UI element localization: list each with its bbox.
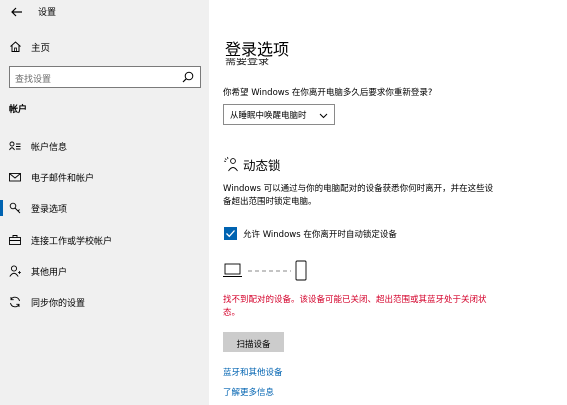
- bluetooth-devices-link[interactable]: 蓝牙和其他设备: [223, 366, 283, 378]
- home-icon: [10, 41, 21, 52]
- dropdown-value: 从睡眠中唤醒电脑时: [230, 111, 307, 121]
- account-info-icon: [9, 141, 21, 151]
- pairing-error-message: 找不到配对的设备。该设备可能已关闭、超出范围或其蓝牙处于关闭状 态。: [223, 295, 487, 318]
- dynamic-lock-description: Windows 可以通过与你的电脑配对的设备获悉你何时离开，并在这些设 备超出范…: [223, 184, 494, 207]
- phone-icon: [295, 260, 307, 281]
- sidebar-item-sign-in-options[interactable]: 登录选项: [0, 197, 209, 219]
- scan-devices-button[interactable]: 扫描设备: [223, 332, 284, 352]
- require-sign-in-question: 你希望 Windows 在你离开电脑多久后要求你重新登录?: [223, 88, 433, 98]
- sidebar-item-label: 帐户信息: [31, 143, 68, 153]
- sidebar: 设置 主页 帐户 帐户信息 电子邮件和帐户: [0, 0, 209, 405]
- sidebar-item-label: 其他用户: [31, 268, 68, 278]
- chevron-down-icon: [319, 113, 328, 119]
- main-content: 登录选项 需要登录 你希望 Windows 在你离开电脑多久后要求你重新登录? …: [209, 0, 567, 405]
- briefcase-icon: [9, 235, 21, 245]
- sidebar-item-work-school[interactable]: 连接工作或学校帐户: [0, 229, 209, 251]
- sidebar-item-label: 连接工作或学校帐户: [31, 237, 113, 247]
- device-pairing-graphic: [223, 260, 307, 281]
- search-input[interactable]: [10, 70, 170, 90]
- learn-more-link[interactable]: 了解更多信息: [223, 386, 274, 398]
- title-bar: 设置: [0, 0, 209, 24]
- back-button[interactable]: [8, 3, 26, 21]
- app-title: 设置: [38, 8, 57, 18]
- sidebar-item-other-users[interactable]: 其他用户: [0, 260, 209, 282]
- sidebar-item-sync[interactable]: 同步你的设置: [0, 291, 209, 313]
- sidebar-home[interactable]: 主页: [0, 36, 209, 58]
- mail-icon: [9, 173, 21, 182]
- key-icon: [9, 202, 21, 214]
- require-sign-in-heading: 需要登录: [225, 58, 269, 67]
- sync-icon: [10, 296, 20, 308]
- checkmark-icon: [226, 230, 235, 238]
- dynamic-lock-icon: [223, 156, 238, 172]
- allow-dynamic-lock-checkbox[interactable]: [224, 227, 237, 240]
- search-box[interactable]: [9, 66, 201, 90]
- search-icon[interactable]: [182, 71, 194, 83]
- home-label: 主页: [31, 43, 51, 54]
- person-icon: [9, 265, 21, 277]
- section-title: 帐户: [9, 105, 28, 115]
- sidebar-item-label: 登录选项: [31, 205, 68, 215]
- sidebar-item-label: 同步你的设置: [31, 299, 86, 309]
- sidebar-item-label: 电子邮件和帐户: [31, 174, 95, 184]
- require-sign-in-dropdown[interactable]: 从睡眠中唤醒电脑时: [223, 104, 335, 125]
- dynamic-lock-title: 动态锁: [243, 158, 281, 173]
- sidebar-item-account-info[interactable]: 帐户信息: [0, 135, 209, 157]
- allow-dynamic-lock-label: 允许 Windows 在你离开时自动锁定设备: [243, 230, 397, 240]
- sidebar-item-email[interactable]: 电子邮件和帐户: [0, 166, 209, 188]
- laptop-icon: [223, 263, 242, 277]
- page-title: 登录选项: [225, 40, 290, 59]
- back-arrow-icon: [11, 7, 22, 17]
